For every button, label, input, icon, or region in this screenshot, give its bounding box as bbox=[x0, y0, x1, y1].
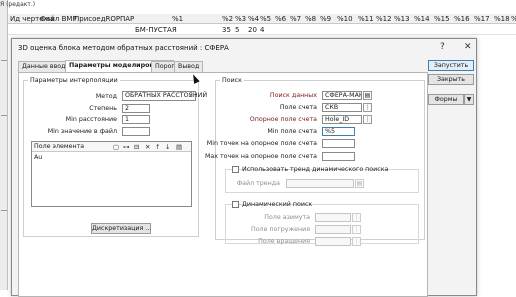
trend-file-label: Файл тренда bbox=[236, 180, 280, 187]
column-header[interactable]: ПАР bbox=[120, 14, 134, 24]
trend-checkbox[interactable] bbox=[232, 166, 239, 173]
column-header[interactable]: ПрисоедROP bbox=[74, 14, 120, 24]
min-file-value-label: Min значение в файл bbox=[47, 128, 117, 135]
method-label: Метод bbox=[95, 93, 117, 100]
dynamic-search-label: Динамический поиск bbox=[242, 201, 313, 208]
column-header[interactable]: %4 bbox=[248, 14, 259, 24]
account-field-input[interactable]: СКВ bbox=[322, 103, 362, 112]
browse-field-icon[interactable]: ⋮ bbox=[363, 115, 372, 124]
ibd-estimation-dialog: 3D оценка блока методом обратных расстоя… bbox=[11, 38, 477, 297]
grid-icon[interactable]: ▤ bbox=[176, 143, 182, 151]
search-legend: Поиск bbox=[222, 77, 242, 84]
column-header[interactable]: %15 bbox=[434, 14, 450, 24]
rotation-field-label: Поле вращения bbox=[258, 238, 310, 245]
browse-search-icon[interactable]: ▤ bbox=[363, 91, 372, 100]
forms-button[interactable]: Формы bbox=[428, 94, 464, 105]
min-points-ref-input[interactable] bbox=[322, 139, 355, 148]
column-header[interactable]: %5 bbox=[260, 14, 271, 24]
column-header[interactable]: %19 bbox=[511, 14, 516, 24]
azimuth-field-input[interactable] bbox=[315, 213, 351, 222]
scroll-mark bbox=[1, 115, 7, 116]
column-header[interactable]: %2 bbox=[222, 14, 233, 24]
rotation-field-input[interactable] bbox=[315, 237, 351, 246]
forms-dropdown-button[interactable]: ▼ bbox=[464, 94, 474, 105]
column-header[interactable]: %3 bbox=[235, 14, 246, 24]
max-points-ref-input[interactable] bbox=[322, 152, 355, 161]
scroll-mark bbox=[1, 210, 7, 211]
spreadsheet-header-row: Ид чертежа Файл ВМР ПрисоедROP ПАР %1 %2 %3 %4%… bbox=[0, 14, 516, 24]
discretization-button[interactable]: Дискретизация ... bbox=[91, 223, 151, 234]
element-field-list[interactable]: Поле элемента ▢ ⊶ ⊟ ✕ ↑ ↓ ▤ Au bbox=[31, 141, 192, 207]
dip-field-label: Поле погружения bbox=[250, 226, 310, 233]
column-header[interactable]: %10 bbox=[337, 14, 353, 24]
search-data-input[interactable]: СФЕРА-МАК bbox=[322, 91, 362, 100]
dip-field-input[interactable] bbox=[315, 225, 351, 234]
help-button[interactable]: ? bbox=[440, 42, 445, 52]
column-header[interactable]: %6 bbox=[275, 14, 286, 24]
tree-icon[interactable]: ⊶ bbox=[123, 143, 130, 151]
dialog-title: 3D оценка блока методом обратных расстоя… bbox=[18, 44, 229, 52]
sheet-side-tab[interactable]: Я (редакт.) bbox=[0, 0, 35, 290]
new-item-icon[interactable]: ▢ bbox=[113, 143, 119, 151]
min-points-ref-label: Min точек на опорное поле счета bbox=[206, 140, 317, 147]
list-item[interactable]: Au bbox=[34, 154, 42, 161]
scroll-mark bbox=[1, 60, 7, 61]
column-header[interactable]: %13 bbox=[394, 14, 410, 24]
sheet-side-tab-label: Я (редакт.) bbox=[0, 1, 36, 8]
close-icon[interactable]: ✕ bbox=[464, 42, 472, 52]
column-header[interactable]: %8 bbox=[305, 14, 316, 24]
min-file-value-input[interactable] bbox=[122, 127, 150, 136]
column-header[interactable]: %7 bbox=[290, 14, 301, 24]
browse-file-icon[interactable]: ▤ bbox=[355, 179, 364, 188]
browse-field-icon[interactable]: ⋮ bbox=[352, 225, 361, 234]
column-header[interactable]: Файл ВМР bbox=[40, 14, 77, 24]
table-cell[interactable]: 5 bbox=[235, 25, 239, 35]
column-header[interactable]: %9 bbox=[320, 14, 331, 24]
min-account-field-label: Min поле счета bbox=[267, 128, 317, 135]
ref-account-field-label: Опорное поле счета bbox=[249, 116, 317, 123]
column-header[interactable]: %17 bbox=[474, 14, 490, 24]
search-data-label: Поиск данных bbox=[269, 92, 317, 99]
trend-file-input[interactable] bbox=[286, 179, 354, 188]
power-input[interactable]: 2 bbox=[122, 104, 150, 113]
power-label: Степень bbox=[89, 105, 117, 112]
browse-field-icon[interactable]: ⋮ bbox=[363, 103, 372, 112]
min-distance-label: Min расстояние bbox=[65, 116, 117, 123]
interpolation-legend: Параметры интерполяции bbox=[30, 77, 118, 84]
column-header[interactable]: %14 bbox=[414, 14, 430, 24]
browse-field-icon[interactable]: ⋮ bbox=[352, 213, 361, 222]
close-button[interactable]: Закрыть bbox=[428, 74, 474, 85]
table-cell[interactable]: 4 bbox=[260, 25, 264, 35]
azimuth-field-label: Поле азимута bbox=[264, 214, 310, 221]
dynamic-search-checkbox[interactable] bbox=[232, 201, 239, 208]
insert-icon[interactable]: ⊟ bbox=[134, 143, 139, 151]
spreadsheet-data-row: БМ-ПУСТАЯ 35 5 20 4 bbox=[0, 25, 516, 35]
modeling-params-panel: Параметры интерполяции Метод ОБРАТНЫХ РА… bbox=[18, 72, 428, 297]
element-field-list-header: Поле элемента ▢ ⊶ ⊟ ✕ ↑ ↓ ▤ bbox=[32, 142, 191, 152]
column-header[interactable]: %16 bbox=[454, 14, 470, 24]
method-value: ОБРАТНЫХ РАССТОЯНИЙ bbox=[125, 92, 208, 99]
delete-icon[interactable]: ✕ bbox=[145, 143, 150, 151]
browse-field-icon[interactable]: ⋮ bbox=[352, 237, 361, 246]
min-account-field-input[interactable]: %5 bbox=[322, 127, 355, 136]
table-cell[interactable]: 20 bbox=[248, 25, 257, 35]
tab-output[interactable]: Вывод bbox=[174, 61, 204, 72]
chevron-down-icon: ⌄ bbox=[187, 92, 193, 99]
move-down-icon[interactable]: ↓ bbox=[165, 143, 170, 151]
element-field-list-title: Поле элемента bbox=[34, 143, 85, 150]
max-points-ref-label: Max точек на опорное поле счета bbox=[204, 153, 317, 160]
table-cell[interactable]: БМ-ПУСТАЯ bbox=[135, 25, 177, 35]
ref-account-field-input[interactable]: Hole_ID bbox=[322, 115, 362, 124]
move-up-icon[interactable]: ↑ bbox=[155, 143, 160, 151]
column-header[interactable]: %12 bbox=[376, 14, 392, 24]
min-distance-input[interactable]: 1 bbox=[122, 115, 150, 124]
column-header[interactable]: %18 bbox=[494, 14, 510, 24]
method-select[interactable]: ОБРАТНЫХ РАССТОЯНИЙ ⌄ bbox=[122, 91, 207, 101]
column-header[interactable]: %11 bbox=[358, 14, 374, 24]
table-cell[interactable]: 35 bbox=[222, 25, 231, 35]
account-field-label: Поле счета bbox=[279, 104, 317, 111]
trend-checkbox-label: Использовать тренд динамического поиска bbox=[242, 166, 389, 173]
column-header[interactable]: %1 bbox=[172, 14, 183, 24]
run-button[interactable]: Запустить bbox=[428, 60, 474, 71]
